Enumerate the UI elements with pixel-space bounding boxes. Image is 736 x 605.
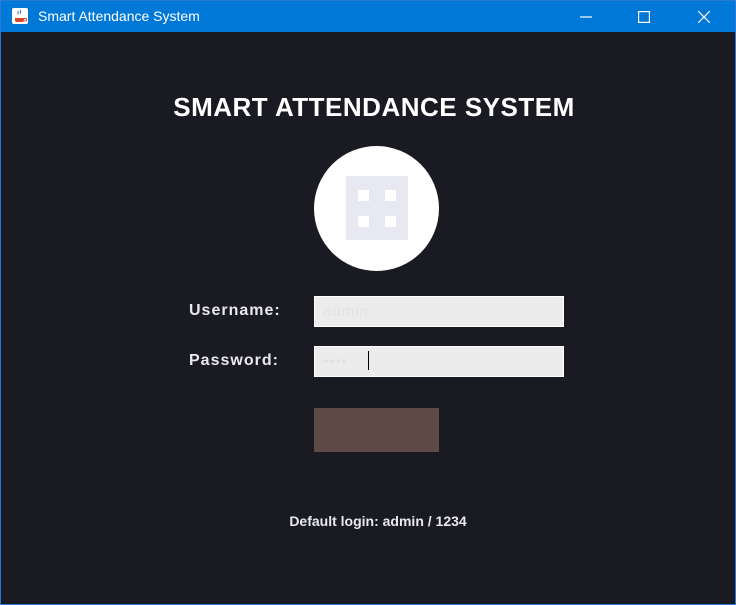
- default-login-hint: Default login: admin / 1234: [289, 513, 467, 529]
- minimize-icon: [580, 15, 592, 18]
- logo-cell: [358, 216, 369, 227]
- login-button[interactable]: [314, 408, 439, 452]
- password-label: Password:: [189, 352, 279, 369]
- grid-logo-icon: [346, 176, 408, 240]
- page-title: SMART ATTENDANCE SYSTEM: [173, 92, 575, 122]
- logo-cell: [385, 216, 396, 227]
- maximize-button[interactable]: [621, 1, 667, 32]
- java-app-icon: [12, 8, 28, 24]
- logo-cell: [385, 190, 396, 201]
- username-label: Username:: [189, 302, 281, 319]
- maximize-icon: [638, 10, 650, 23]
- app-window: Smart Attendance System SMART ATTENDANCE…: [0, 0, 736, 605]
- close-button[interactable]: [681, 1, 727, 32]
- logo-cell: [358, 190, 369, 201]
- close-icon: [698, 10, 710, 23]
- text-caret: [368, 351, 369, 370]
- minimize-button[interactable]: [563, 1, 609, 32]
- title-bar[interactable]: Smart Attendance System: [1, 1, 735, 32]
- login-panel: SMART ATTENDANCE SYSTEM Username: Passwo…: [1, 32, 735, 604]
- window-title: Smart Attendance System: [38, 8, 200, 24]
- logo: [314, 146, 439, 271]
- username-input[interactable]: [314, 296, 564, 327]
- password-input[interactable]: [314, 346, 564, 377]
